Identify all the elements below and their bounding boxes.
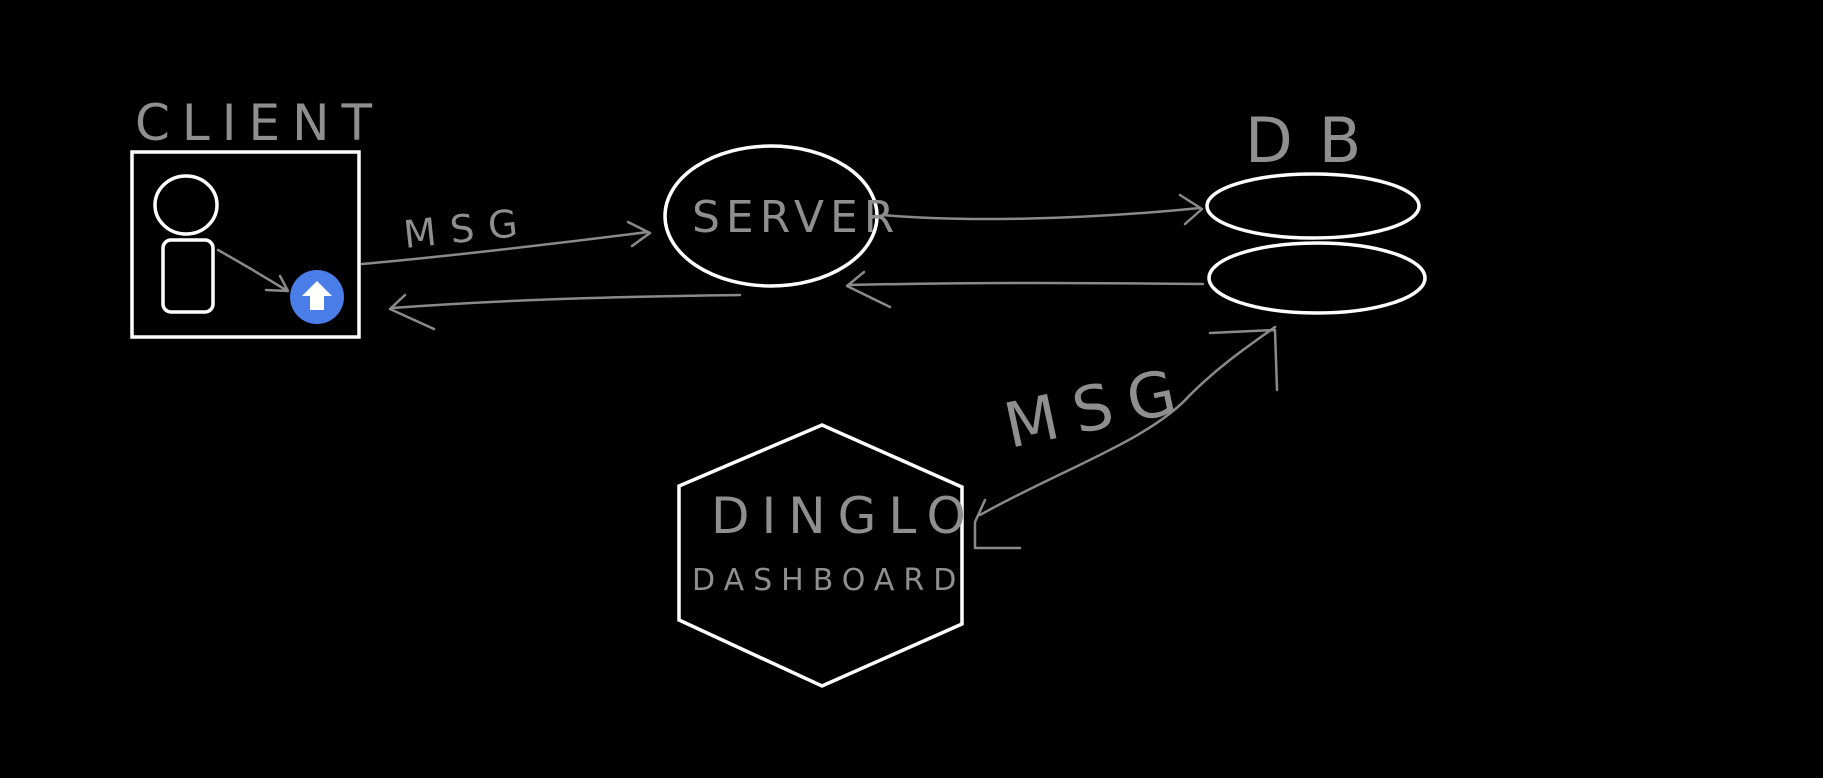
dashboard-hexagon	[677, 423, 964, 688]
server-to-db-edge	[881, 193, 1204, 226]
upload-arrow-icon	[290, 270, 344, 324]
db-to-server-edge	[845, 270, 1205, 309]
db-label: DB	[1245, 104, 1387, 177]
dashboard-to-db-label: MSG	[998, 352, 1198, 463]
server-to-client-edge	[388, 293, 742, 331]
db-node: DB	[1205, 104, 1427, 315]
user-to-upload-arrow	[216, 248, 290, 293]
dashboard-subtitle: DASHBOARD	[692, 563, 965, 598]
db-cylinder-top	[1205, 172, 1421, 240]
architecture-diagram: CLIENT MSG SERVER DB MSG DINGLO DASHBOAR…	[130, 94, 1427, 688]
user-icon	[153, 174, 219, 314]
dashboard-to-db-edge: MSG	[973, 325, 1279, 550]
client-to-server-edge: MSG	[360, 200, 652, 266]
dashboard-title: DINGLO	[711, 487, 978, 545]
server-label: SERVER	[692, 192, 900, 243]
client-label: CLIENT	[135, 94, 384, 152]
server-node: SERVER	[663, 144, 900, 288]
db-cylinder-bottom	[1207, 241, 1427, 315]
client-node: CLIENT	[130, 94, 384, 339]
dinglo-dashboard-node: DINGLO DASHBOARD	[677, 423, 978, 688]
